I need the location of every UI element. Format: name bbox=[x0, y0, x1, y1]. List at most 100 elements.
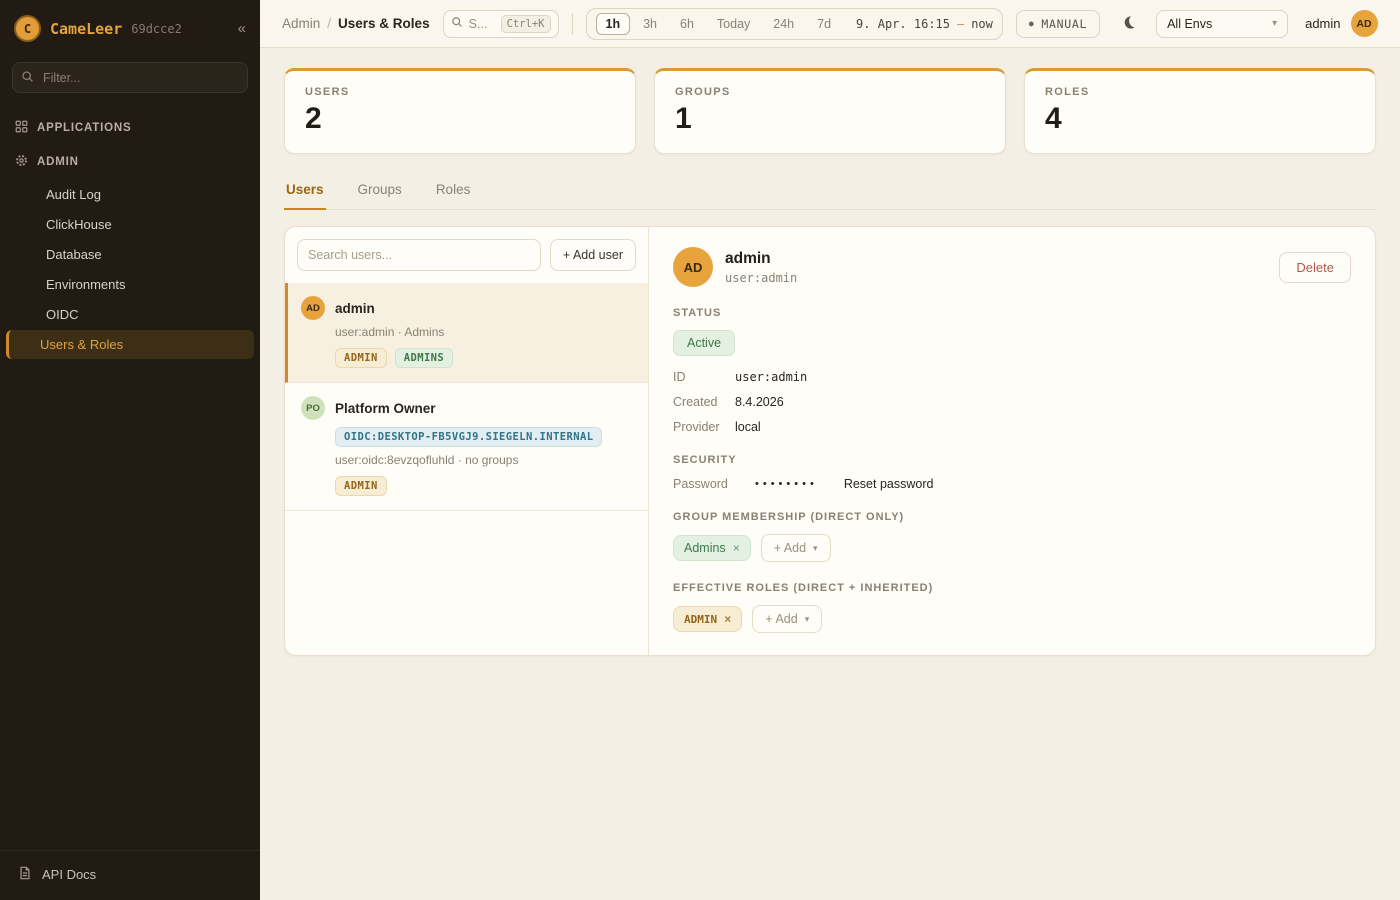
password-row: Password •••••••• Reset password bbox=[673, 477, 1351, 491]
search-icon bbox=[21, 70, 34, 86]
user-item-meta: user:admin · Admins bbox=[335, 325, 632, 339]
sidebar-collapse-button[interactable]: « bbox=[238, 20, 246, 37]
top-bar: Admin / Users & Roles Ctrl+K 1h 3h 6h To… bbox=[260, 0, 1400, 48]
stat-card-groups[interactable]: GROUPS 1 bbox=[654, 68, 1006, 154]
tab-roles[interactable]: Roles bbox=[434, 176, 473, 210]
sidebar-item-users-roles[interactable]: Users & Roles bbox=[6, 330, 254, 359]
remove-group-icon[interactable]: × bbox=[733, 541, 740, 555]
main-area: Admin / Users & Roles Ctrl+K 1h 3h 6h To… bbox=[260, 0, 1400, 900]
oidc-badge: OIDC:DESKTOP-FB5VGJ9.SIEGELN.INTERNAL bbox=[335, 427, 602, 447]
time-range-3h[interactable]: 3h bbox=[633, 13, 667, 35]
time-range-7d[interactable]: 7d bbox=[807, 13, 841, 35]
sidebar-header: C CameLeer 69dcce2 « bbox=[0, 0, 260, 56]
avatar[interactable]: AD bbox=[1351, 10, 1378, 37]
role-badge: ADMIN bbox=[335, 476, 387, 496]
env-selector-value: All Envs bbox=[1167, 17, 1212, 31]
created-value: 8.4.2026 bbox=[735, 395, 1351, 409]
stat-card-users[interactable]: USERS 2 bbox=[284, 68, 636, 154]
document-icon bbox=[18, 866, 32, 883]
page-content: USERS 2 GROUPS 1 ROLES 4 Users Groups Ro… bbox=[260, 48, 1400, 900]
avatar: PO bbox=[301, 396, 325, 420]
sidebar-admin-nav: Audit Log ClickHouse Database Environmen… bbox=[0, 179, 260, 360]
range-end: now bbox=[971, 17, 993, 31]
user-detail-header: AD admin user:admin Delete bbox=[673, 247, 1351, 287]
chevron-down-icon: ▾ bbox=[813, 543, 818, 554]
user-item-name: Platform Owner bbox=[335, 401, 436, 416]
provider-value: local bbox=[735, 420, 1351, 434]
stats-row: USERS 2 GROUPS 1 ROLES 4 bbox=[284, 68, 1376, 154]
status-heading: STATUS bbox=[673, 307, 1351, 319]
user-menu[interactable]: admin AD bbox=[1305, 10, 1377, 37]
time-range-6h[interactable]: 6h bbox=[670, 13, 704, 35]
user-list-toolbar: + Add user bbox=[285, 227, 648, 283]
password-label: Password bbox=[673, 477, 729, 491]
user-list-item-admin[interactable]: AD admin user:admin · Admins ADMIN ADMIN… bbox=[285, 283, 648, 383]
sidebar-section-admin[interactable]: ADMIN bbox=[0, 145, 260, 179]
reset-password-button[interactable]: Reset password bbox=[844, 477, 934, 491]
group-chips: Admins × + Add ▾ bbox=[673, 534, 1351, 562]
global-search[interactable]: Ctrl+K bbox=[443, 10, 559, 38]
remove-role-icon[interactable]: × bbox=[724, 612, 731, 626]
moon-icon bbox=[1121, 15, 1136, 33]
breadcrumb-current: Users & Roles bbox=[338, 16, 430, 31]
api-docs-link[interactable]: API Docs bbox=[0, 850, 260, 900]
chevron-down-icon: ▾ bbox=[1272, 18, 1277, 29]
add-group-label: + Add bbox=[774, 541, 806, 555]
sidebar-filter-input[interactable] bbox=[12, 62, 248, 93]
sidebar-item-audit-log[interactable]: Audit Log bbox=[6, 180, 254, 209]
time-range-24h[interactable]: 24h bbox=[763, 13, 804, 35]
date-range-display[interactable]: 9. Apr. 16:15 — now bbox=[856, 17, 993, 31]
sidebar-item-clickhouse[interactable]: ClickHouse bbox=[6, 210, 254, 239]
status-badge: Active bbox=[673, 330, 735, 356]
add-role-button[interactable]: + Add ▾ bbox=[752, 605, 822, 633]
refresh-mode-button[interactable]: ● MANUAL bbox=[1016, 10, 1100, 38]
global-search-input[interactable] bbox=[469, 17, 495, 31]
detail-user-id: user:admin bbox=[725, 271, 797, 285]
time-range-today[interactable]: Today bbox=[707, 13, 760, 35]
stat-card-roles[interactable]: ROLES 4 bbox=[1024, 68, 1376, 154]
user-item-meta: user:oidc:8evzqofluhld · no groups bbox=[335, 453, 632, 467]
group-badge: ADMINS bbox=[395, 348, 453, 368]
group-chip-label: Admins bbox=[684, 541, 726, 555]
tab-users[interactable]: Users bbox=[284, 176, 326, 210]
header-divider bbox=[572, 13, 573, 35]
time-range-1h[interactable]: 1h bbox=[596, 13, 631, 35]
dark-mode-toggle[interactable] bbox=[1113, 9, 1143, 39]
sidebar-item-environments[interactable]: Environments bbox=[6, 270, 254, 299]
range-separator: — bbox=[957, 17, 964, 31]
range-start: 9. Apr. 16:15 bbox=[856, 17, 950, 31]
stat-value: 4 bbox=[1045, 102, 1355, 136]
created-label: Created bbox=[673, 395, 735, 409]
add-user-button[interactable]: + Add user bbox=[550, 239, 636, 271]
add-group-button[interactable]: + Add ▾ bbox=[761, 534, 831, 562]
group-chip-admins: Admins × bbox=[673, 535, 751, 561]
user-detail: AD admin user:admin Delete STATUS Active… bbox=[649, 227, 1375, 655]
api-docs-label: API Docs bbox=[42, 867, 96, 882]
breadcrumb: Admin / Users & Roles bbox=[282, 16, 430, 31]
avatar: AD bbox=[673, 247, 713, 287]
user-item-name: admin bbox=[335, 301, 375, 316]
user-list-item-platform-owner[interactable]: PO Platform Owner OIDC:DESKTOP-FB5VGJ9.S… bbox=[285, 383, 648, 511]
breadcrumb-admin[interactable]: Admin bbox=[282, 16, 320, 31]
password-mask: •••••••• bbox=[755, 478, 818, 490]
sidebar-item-database[interactable]: Database bbox=[6, 240, 254, 269]
env-selector[interactable]: All Envs ▾ bbox=[1156, 10, 1288, 38]
chevron-down-icon: ▾ bbox=[805, 614, 810, 625]
tab-bar: Users Groups Roles bbox=[284, 176, 1376, 210]
sidebar-section-applications[interactable]: APPLICATIONS bbox=[0, 111, 260, 145]
delete-user-button[interactable]: Delete bbox=[1279, 252, 1351, 283]
grid-icon bbox=[15, 120, 28, 136]
sidebar-spacer bbox=[0, 360, 260, 850]
refresh-mode-label: MANUAL bbox=[1041, 17, 1087, 31]
tab-groups[interactable]: Groups bbox=[356, 176, 404, 210]
detail-user-name: admin bbox=[725, 250, 797, 268]
id-label: ID bbox=[673, 370, 735, 384]
user-list: + Add user AD admin user:admin · Admins … bbox=[285, 227, 649, 655]
group-membership-heading: GROUP MEMBERSHIP (DIRECT ONLY) bbox=[673, 511, 1351, 523]
sidebar-item-oidc[interactable]: OIDC bbox=[6, 300, 254, 329]
avatar: AD bbox=[301, 296, 325, 320]
user-search-input[interactable] bbox=[297, 239, 541, 271]
effective-roles-heading: EFFECTIVE ROLES (DIRECT + INHERITED) bbox=[673, 582, 1351, 594]
add-role-label: + Add bbox=[765, 612, 797, 626]
refresh-dot-icon: ● bbox=[1029, 19, 1035, 28]
